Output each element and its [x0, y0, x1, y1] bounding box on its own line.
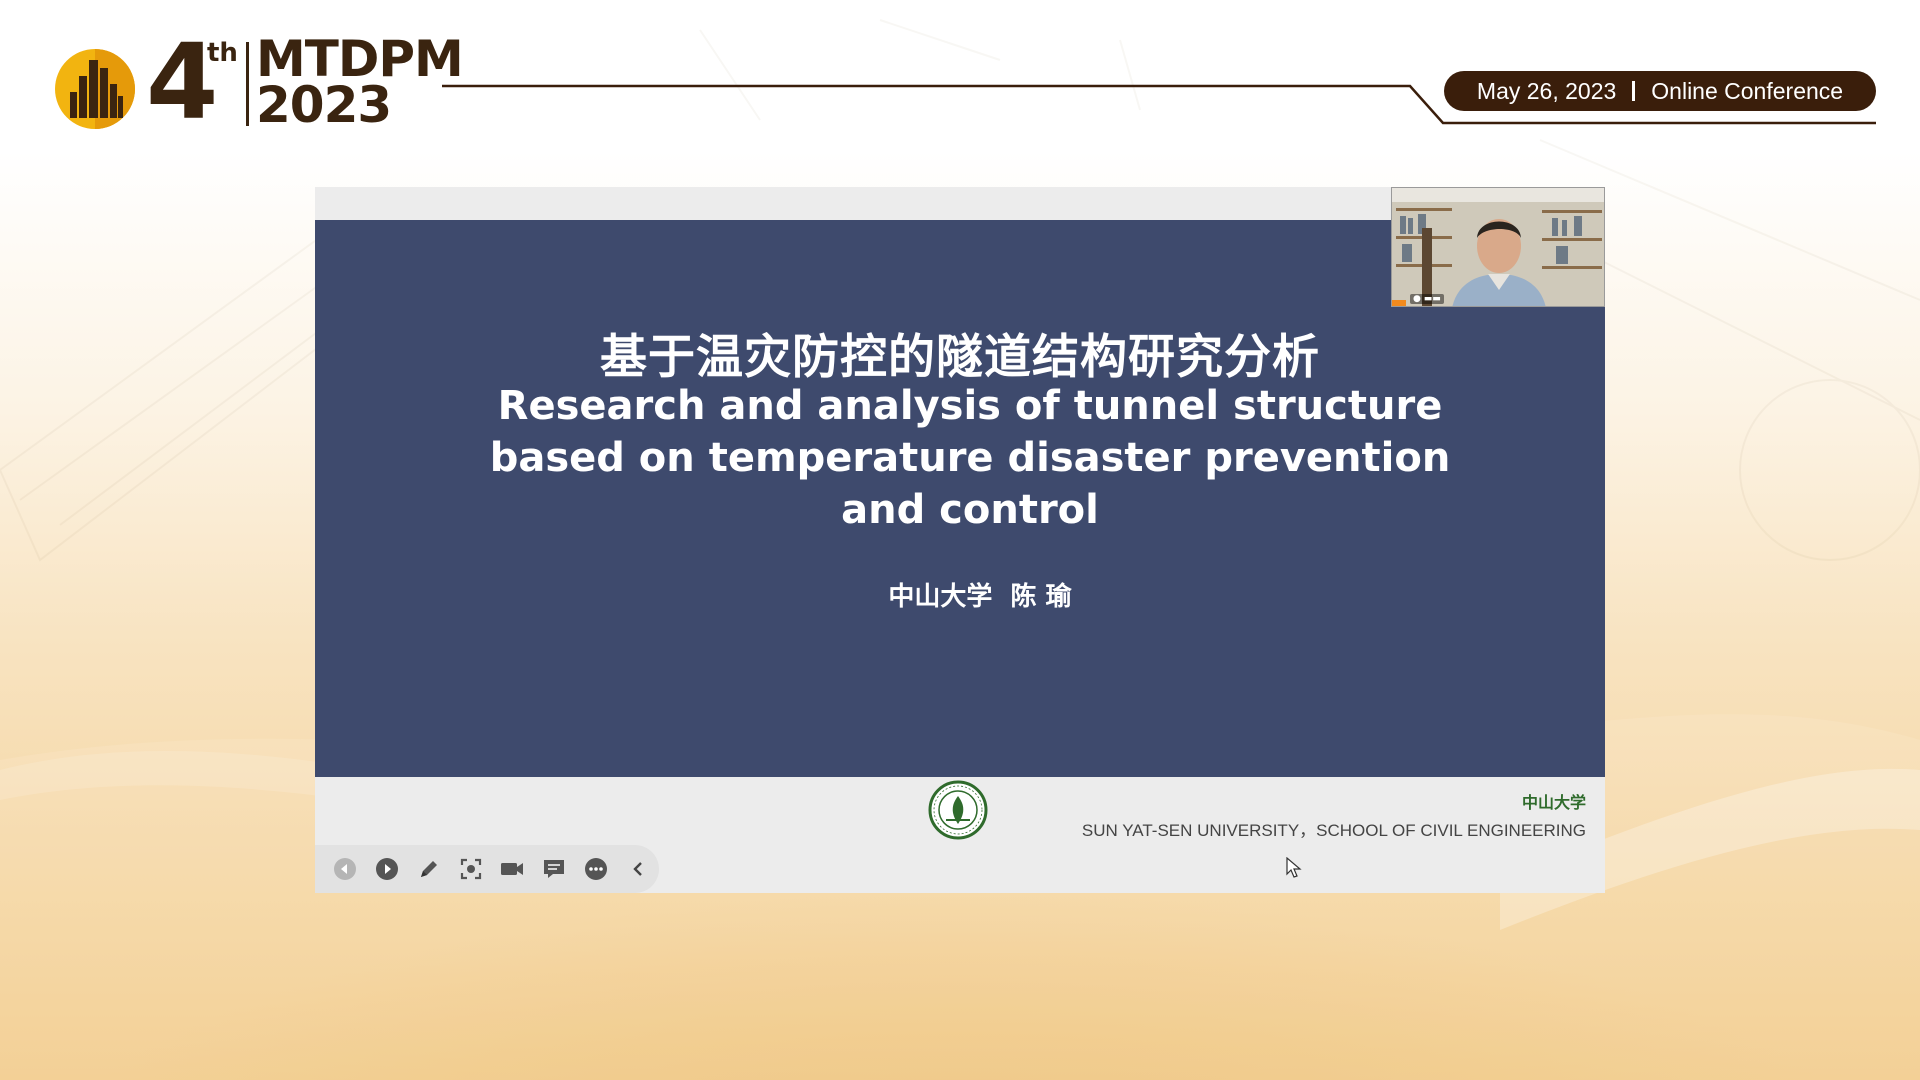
event-date-badge: May 26, 2023 Online Conference: [1444, 71, 1876, 111]
next-icon: [375, 858, 398, 880]
date-separator: [1632, 81, 1636, 101]
conference-name: MTDPM 2023: [256, 34, 464, 134]
slide-author: 中山大学 陈 瑜: [888, 582, 1072, 612]
event-format: Online Conference: [1651, 77, 1844, 104]
university-name-english: SUN YAT-SEN UNIVERSITY，SCHOOL OF CIVIL E…: [1081, 821, 1586, 840]
collapse-toolbar-button[interactable]: [617, 849, 659, 889]
pen-icon: [420, 861, 437, 877]
slide-title-line: and control: [841, 487, 1099, 533]
event-date: May 26, 2023: [1476, 77, 1617, 104]
presentation-toolbar: [315, 845, 659, 893]
mouse-cursor-icon: [1286, 857, 1302, 878]
screenshot-button[interactable]: [450, 849, 492, 889]
next-slide-button[interactable]: [366, 849, 408, 889]
camera-icon: [501, 863, 524, 875]
slide-title-english: Research and analysis of tunnel structur…: [415, 380, 1525, 536]
chat-icon: [544, 860, 565, 878]
speaker-webcam[interactable]: ● ▬▬: [1391, 187, 1605, 307]
slide-title-line: Research and analysis of tunnel structur…: [497, 383, 1443, 429]
edition-suffix: th: [207, 38, 238, 68]
speaker-video-frame: [1392, 188, 1604, 306]
previous-slide-button[interactable]: [324, 849, 366, 889]
slide-title-line: based on temperature disaster prevention: [489, 435, 1451, 481]
conference-year: 2023: [256, 76, 392, 134]
university-seal-icon: [928, 780, 988, 840]
more-icon: [585, 858, 608, 880]
university-name-chinese: 中山大学: [1521, 793, 1586, 812]
logo-divider: [246, 42, 249, 126]
more-button[interactable]: [575, 849, 617, 889]
screenshot-icon: [460, 858, 481, 880]
previous-icon: [333, 858, 356, 880]
edition-number: 4: [146, 21, 218, 143]
camera-button[interactable]: [492, 849, 534, 889]
chevron-left-icon: [633, 862, 642, 876]
pen-button[interactable]: [408, 849, 450, 889]
conference-logo-icon: [55, 49, 135, 129]
chat-button[interactable]: [533, 849, 575, 889]
slide-title-chinese: 基于温灾防控的隧道结构研究分析: [600, 330, 1320, 385]
webcam-mic-indicator: ● ▬▬: [1410, 294, 1444, 304]
